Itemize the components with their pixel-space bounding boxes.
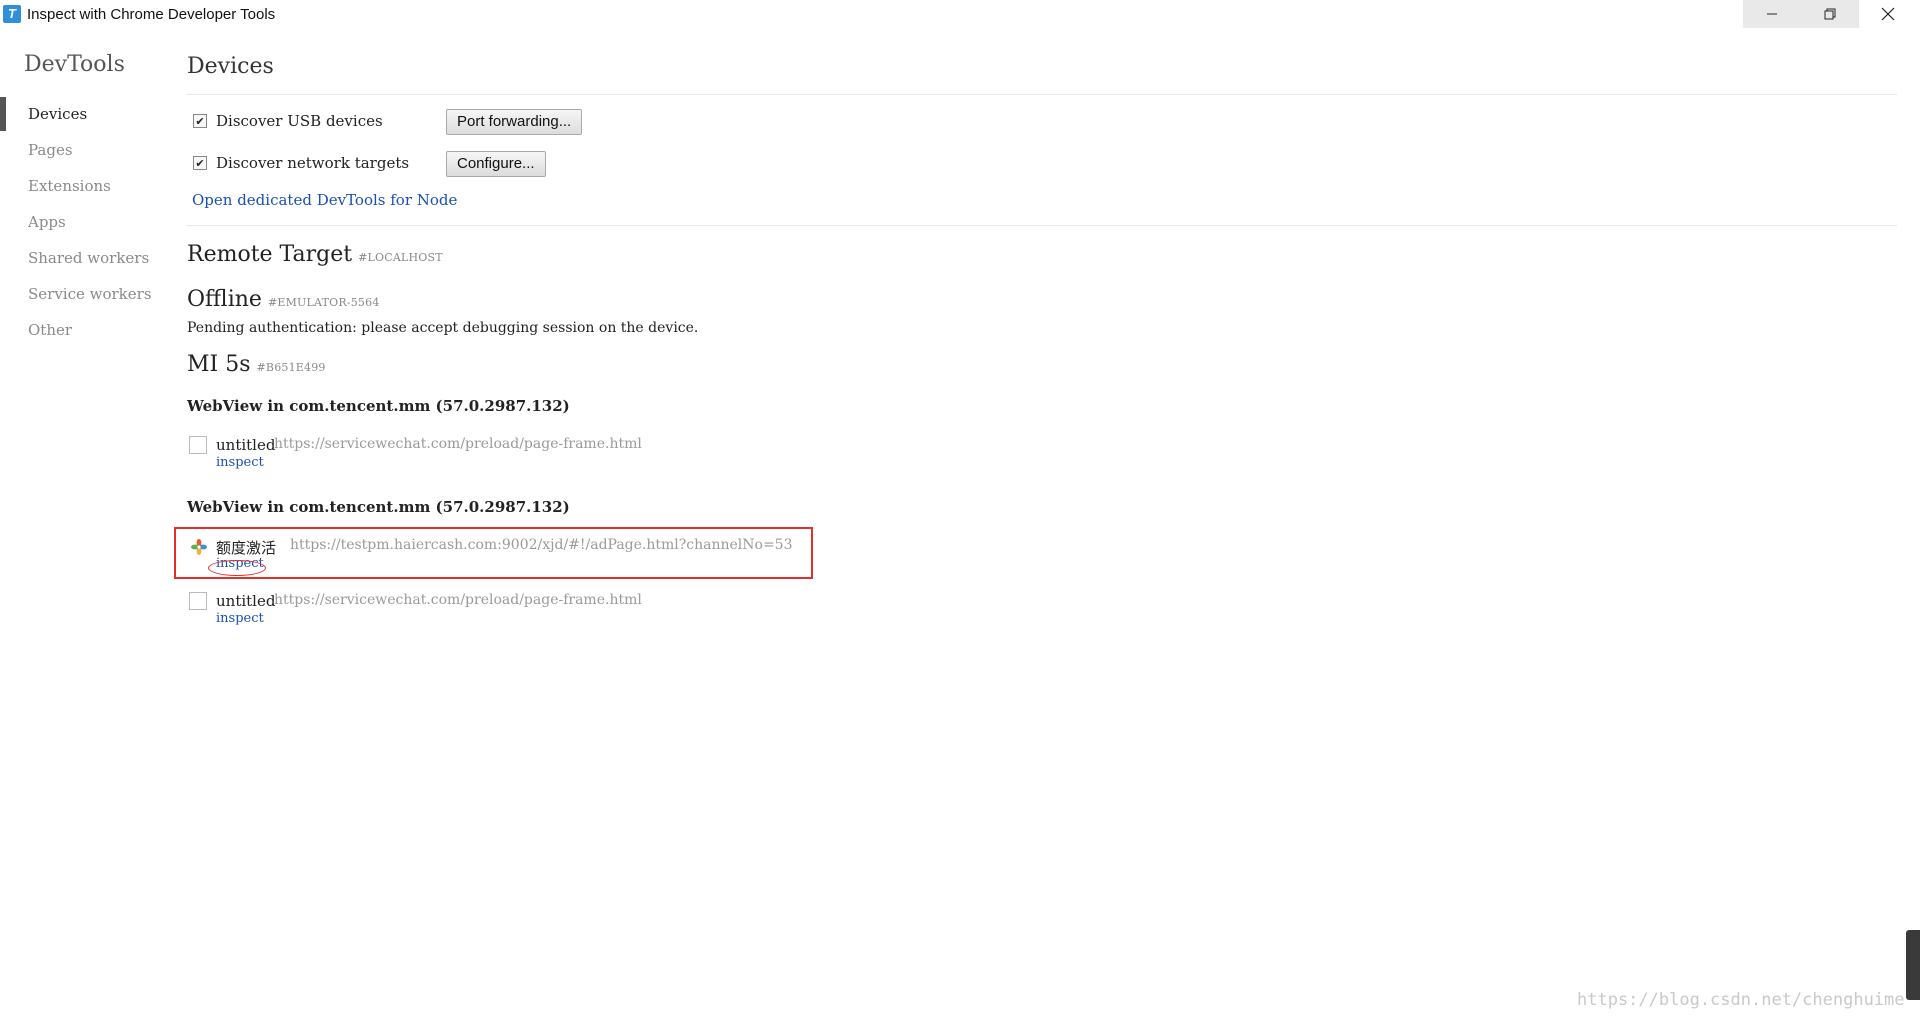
blank-favicon-icon — [189, 436, 207, 454]
device-name: MI 5s — [187, 352, 251, 377]
browser-heading: WebView in com.tencent.mm (57.0.2987.132… — [187, 397, 570, 415]
sidebar-item-shared-workers[interactable]: Shared workers — [0, 240, 170, 276]
browser-heading: WebView in com.tencent.mm (57.0.2987.132… — [187, 498, 570, 516]
floating-edge-widget[interactable] — [1906, 930, 1920, 1000]
discover-usb-row: ✔ Discover USB devices — [193, 108, 383, 134]
blank-favicon-icon — [189, 592, 207, 610]
minimize-button[interactable] — [1743, 0, 1801, 28]
offline-device-heading: Offline #EMULATOR-5564 — [187, 287, 380, 312]
target-url: https://servicewechat.com/preload/page-f… — [274, 592, 642, 608]
discover-network-label: Discover network targets — [216, 154, 410, 172]
remote-target-tag: #LOCALHOST — [358, 251, 443, 264]
sidebar-title: DevTools — [24, 52, 125, 77]
restore-button[interactable] — [1801, 0, 1859, 28]
restore-icon — [1824, 8, 1836, 20]
red-annotation-oval — [208, 560, 266, 576]
configure-button[interactable]: Configure... — [446, 151, 546, 177]
app-icon: T — [3, 5, 21, 23]
discover-usb-checkbox[interactable]: ✔ — [193, 114, 207, 128]
discover-network-checkbox[interactable]: ✔ — [193, 156, 207, 170]
sidebar-item-service-workers[interactable]: Service workers — [0, 276, 170, 312]
device-heading: MI 5s #B651E499 — [187, 352, 326, 377]
target-url: https://servicewechat.com/preload/page-f… — [274, 436, 642, 452]
sidebar-item-other[interactable]: Other — [0, 312, 170, 348]
device-tag: #B651E499 — [256, 361, 326, 374]
port-forwarding-button[interactable]: Port forwarding... — [446, 109, 583, 135]
divider — [187, 225, 1897, 226]
window-title: Inspect with Chrome Developer Tools — [27, 6, 276, 23]
close-button[interactable] — [1859, 0, 1917, 28]
minimize-icon — [1767, 13, 1777, 15]
target-name: untitled — [216, 592, 276, 610]
offline-device-name: Offline — [187, 287, 262, 312]
window-title-bar: T Inspect with Chrome Developer Tools — [0, 0, 1920, 30]
offline-device-tag: #EMULATOR-5564 — [267, 296, 380, 309]
target-name: untitled — [216, 436, 276, 454]
inspect-link[interactable]: inspect — [216, 455, 264, 470]
close-icon — [1881, 7, 1895, 21]
sidebar-item-apps[interactable]: Apps — [0, 204, 170, 240]
divider — [187, 94, 1897, 95]
sidebar-item-devices[interactable]: Devices — [0, 96, 170, 132]
discover-network-row: ✔ Discover network targets — [193, 150, 409, 176]
discover-usb-label: Discover USB devices — [216, 112, 383, 130]
pending-auth-message: Pending authentication: please accept de… — [187, 320, 699, 336]
sidebar-item-extensions[interactable]: Extensions — [0, 168, 170, 204]
remote-target-heading: Remote Target #LOCALHOST — [187, 242, 443, 267]
sidebar-nav: Devices Pages Extensions Apps Shared wor… — [0, 96, 170, 348]
sidebar-item-pages[interactable]: Pages — [0, 132, 170, 168]
watermark: https://blog.csdn.net/chenghuime — [1577, 990, 1905, 1010]
page-title: Devices — [187, 54, 274, 79]
remote-target-title: Remote Target — [187, 242, 353, 267]
red-highlight-box — [174, 527, 813, 579]
open-node-devtools-link[interactable]: Open dedicated DevTools for Node — [192, 191, 457, 209]
inspect-link[interactable]: inspect — [216, 611, 264, 626]
